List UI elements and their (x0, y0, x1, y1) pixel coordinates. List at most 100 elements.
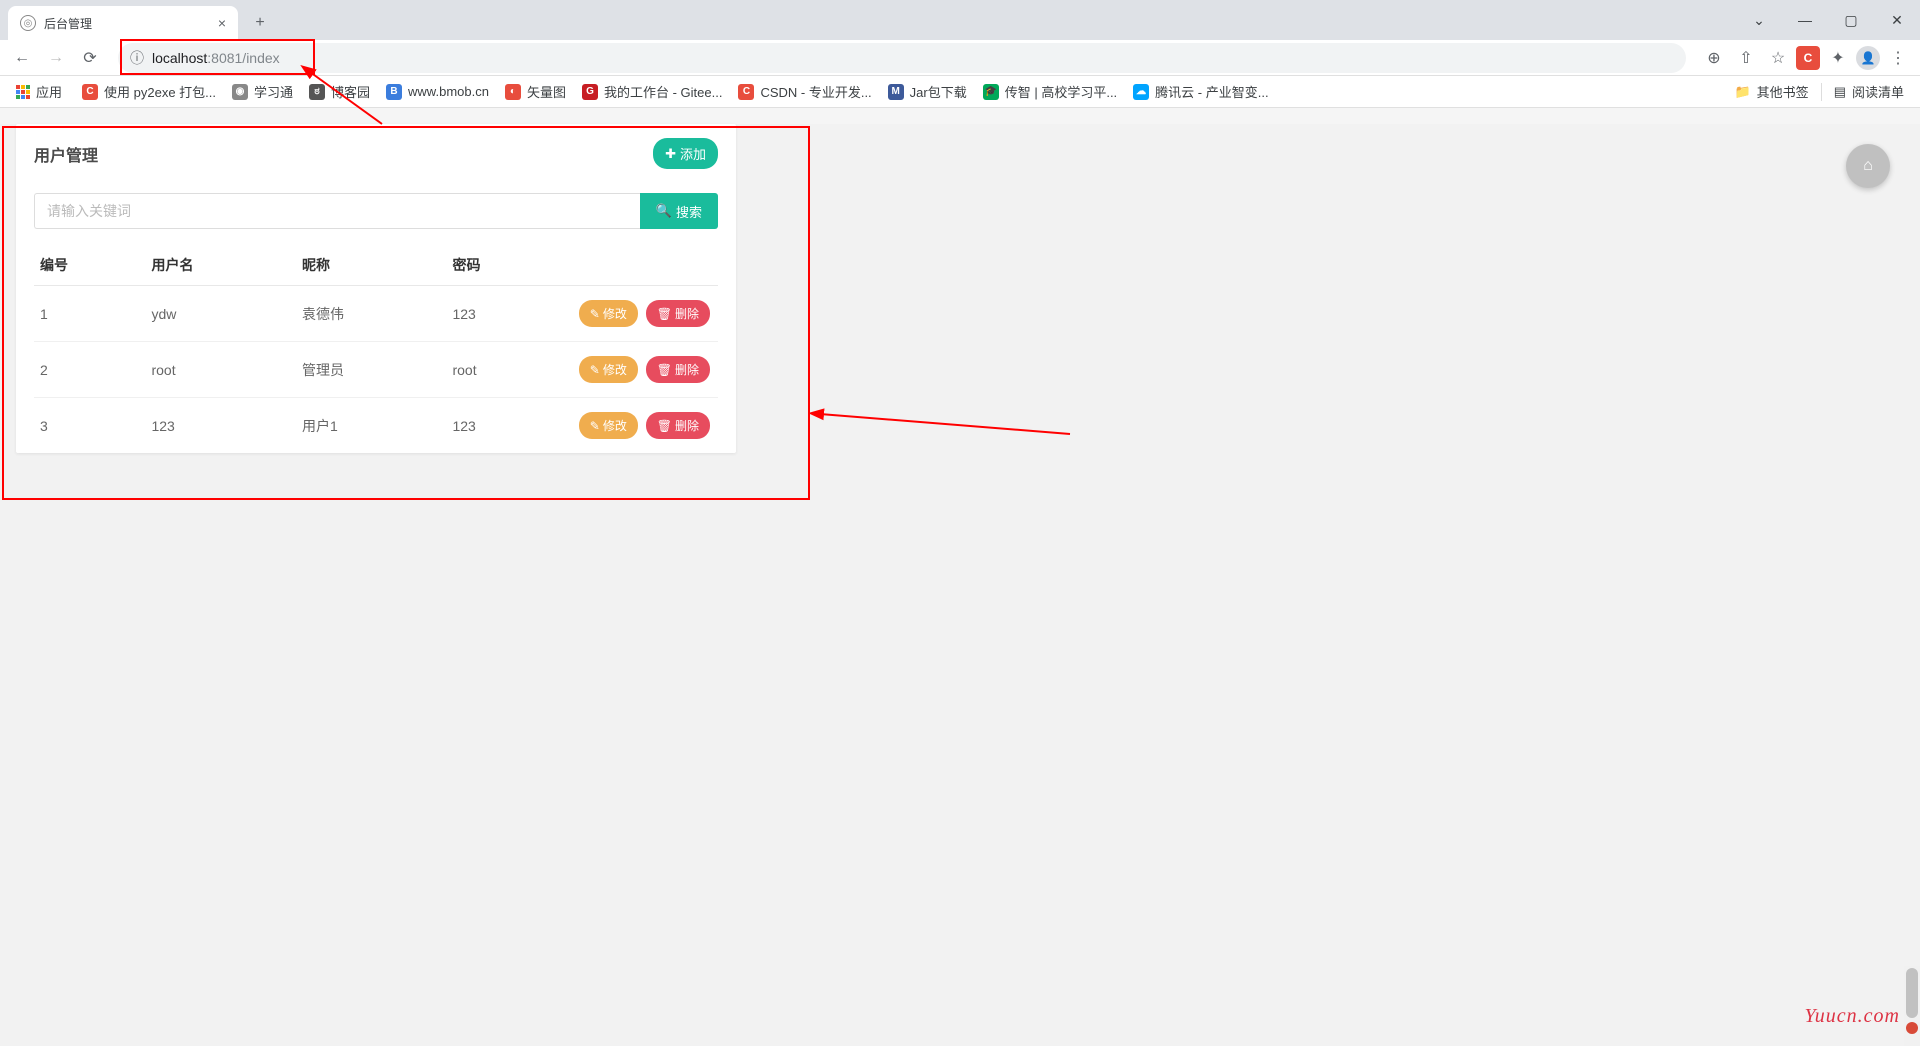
zoom-icon[interactable]: ⊕ (1700, 44, 1728, 72)
share-icon[interactable]: ⇧ (1732, 44, 1760, 72)
bookmark-item[interactable]: ಠ 博客园 (301, 78, 378, 105)
favicon: ◉ (232, 84, 248, 100)
maximize-button[interactable]: ▢ (1828, 0, 1874, 40)
table-row: 2 root 管理员 root ✎ 修改 🗑 删除 (34, 342, 718, 398)
tab-title: 后台管理 (44, 15, 210, 32)
forward-button[interactable]: → (42, 44, 70, 72)
browser-tab[interactable]: ◎ 后台管理 × (8, 6, 238, 40)
bookmark-bar: 应用 C使用 py2exe 打包...◉学习通ಠ博客园Bwww.bmob.cn◐… (0, 76, 1920, 108)
bookmark-label: 使用 py2exe 打包... (104, 82, 216, 101)
reading-list[interactable]: ▤ 阅读清单 (1826, 78, 1912, 105)
cell-username: ydw (145, 286, 296, 342)
favicon: B (386, 84, 402, 100)
bookmark-item[interactable]: G我的工作台 - Gitee... (574, 78, 730, 105)
cell-username: 123 (145, 398, 296, 454)
column-header: 编号 (34, 245, 145, 286)
profile-avatar[interactable]: 👤 (1856, 46, 1880, 70)
trash-icon: 🗑 (657, 307, 672, 321)
folder-icon: 📁 (1734, 84, 1750, 100)
delete-button[interactable]: 🗑 删除 (646, 300, 710, 327)
favicon: 🎓 (983, 84, 999, 100)
edit-icon: ✎ (590, 419, 600, 433)
bookmark-item[interactable]: 🎓 传智 | 高校学习平... (975, 78, 1125, 105)
bookmark-item[interactable]: C 使用 py2exe 打包... (74, 78, 224, 105)
favicon: C (82, 84, 98, 100)
bookmark-item[interactable]: ◉ 学习通 (224, 78, 301, 105)
other-bookmarks[interactable]: 📁 其他书签 (1726, 78, 1816, 105)
column-header: 昵称 (296, 245, 447, 286)
chevron-down-icon[interactable]: ⌄ (1736, 0, 1782, 40)
bookmark-label: 学习通 (254, 82, 293, 101)
bookmark-label: CSDN - 专业开发... (760, 82, 871, 101)
bookmark-label: 腾讯云 - 产业智变... (1155, 82, 1268, 101)
bookmark-label: Jar包下载 (910, 82, 967, 101)
bookmark-label: www.bmob.cn (408, 84, 489, 99)
column-header: 用户名 (145, 245, 296, 286)
minimize-button[interactable]: — (1782, 0, 1828, 40)
favicon: G (582, 84, 598, 100)
edit-icon: ✎ (590, 363, 600, 377)
favicon: ◐ (505, 84, 521, 100)
search-icon: 🔍 (656, 203, 672, 219)
extensions-icon[interactable]: ✦ (1824, 44, 1852, 72)
annotation-arrow-2 (810, 394, 1080, 444)
user-panel: 用户管理 ✚ 添加 🔍 搜索 编号用户名昵称密码 1 ydw 袁德伟 123 ✎… (16, 124, 736, 453)
address-bar[interactable]: ⓘ localhost:8081/index (118, 43, 1686, 73)
back-button[interactable]: ← (8, 44, 36, 72)
bookmark-item[interactable]: Bwww.bmob.cn (378, 78, 497, 105)
edit-icon: ✎ (590, 307, 600, 321)
bookmark-item[interactable]: C CSDN - 专业开发... (730, 78, 879, 105)
delete-button[interactable]: 🗑 删除 (646, 412, 710, 439)
globe-icon: ◎ (20, 15, 36, 31)
info-icon[interactable]: ⓘ (130, 48, 144, 68)
cell-id: 1 (34, 286, 145, 342)
add-button[interactable]: ✚ 添加 (653, 138, 718, 169)
user-table: 编号用户名昵称密码 1 ydw 袁德伟 123 ✎ 修改 🗑 删除 2 root… (34, 245, 718, 453)
url-text: localhost:8081/index (152, 50, 280, 66)
list-icon: ▤ (1834, 84, 1846, 100)
apps-icon (16, 85, 30, 99)
favicon: ಠ (309, 84, 325, 100)
bookmark-label: 矢量图 (527, 82, 566, 101)
delete-button[interactable]: 🗑 删除 (646, 356, 710, 383)
plus-icon: ✚ (665, 146, 676, 162)
apps-shortcut[interactable]: 应用 (8, 78, 70, 105)
favicon: M (888, 84, 904, 100)
table-row: 1 ydw 袁德伟 123 ✎ 修改 🗑 删除 (34, 286, 718, 342)
bookmark-item[interactable]: M Jar包下载 (880, 78, 975, 105)
star-icon[interactable]: ☆ (1764, 44, 1792, 72)
bookmark-label: 传智 | 高校学习平... (1005, 82, 1117, 101)
reload-button[interactable]: ⟳ (76, 44, 104, 72)
extension-c-icon[interactable]: C (1796, 46, 1820, 70)
edit-button[interactable]: ✎ 修改 (579, 300, 638, 327)
close-icon[interactable]: × (218, 15, 226, 31)
cell-password: 123 (446, 398, 558, 454)
trash-icon: 🗑 (657, 419, 672, 433)
cell-nickname: 用户1 (296, 398, 447, 454)
cell-password: root (446, 342, 558, 398)
nav-bar: ← → ⟳ ⓘ localhost:8081/index ⊕ ⇧ ☆ C ✦ 👤… (0, 40, 1920, 76)
bookmark-item[interactable]: ◐ 矢量图 (497, 78, 574, 105)
search-button[interactable]: 🔍 搜索 (640, 193, 718, 229)
bookmark-label: 博客园 (331, 82, 370, 101)
favicon: ☁ (1133, 84, 1149, 100)
column-header: 密码 (446, 245, 558, 286)
favicon: C (738, 84, 754, 100)
cell-nickname: 管理员 (296, 342, 447, 398)
home-icon: ⌂ (1863, 157, 1873, 175)
new-tab-button[interactable]: + (246, 9, 274, 37)
edit-button[interactable]: ✎ 修改 (579, 356, 638, 383)
search-input[interactable] (34, 193, 640, 229)
cell-username: root (145, 342, 296, 398)
page-content: 用户管理 ✚ 添加 🔍 搜索 编号用户名昵称密码 1 ydw 袁德伟 123 ✎… (0, 124, 1920, 1046)
scrollbar[interactable] (1904, 966, 1920, 1046)
panel-title: 用户管理 (34, 142, 98, 166)
edit-button[interactable]: ✎ 修改 (579, 412, 638, 439)
close-window-button[interactable]: ✕ (1874, 0, 1920, 40)
trash-icon: 🗑 (657, 363, 672, 377)
cell-password: 123 (446, 286, 558, 342)
bookmark-item[interactable]: ☁ 腾讯云 - 产业智变... (1125, 78, 1276, 105)
home-fab[interactable]: ⌂ (1846, 144, 1890, 188)
table-row: 3 123 用户1 123 ✎ 修改 🗑 删除 (34, 398, 718, 454)
menu-icon[interactable]: ⋮ (1884, 44, 1912, 72)
